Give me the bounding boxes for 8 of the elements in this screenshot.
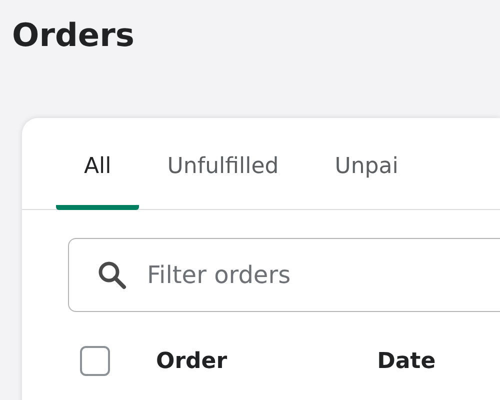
column-header[interactable]: Order (156, 348, 228, 374)
tab[interactable]: All (56, 118, 140, 210)
tab[interactable]: Unpai (306, 118, 426, 210)
tab[interactable]: Unfulfilled (139, 118, 307, 210)
search-field[interactable]: Filter orders (68, 238, 500, 312)
select-all-checkbox[interactable] (80, 346, 110, 376)
column-header[interactable]: Date (377, 348, 436, 374)
page-title: Orders (11, 15, 136, 56)
